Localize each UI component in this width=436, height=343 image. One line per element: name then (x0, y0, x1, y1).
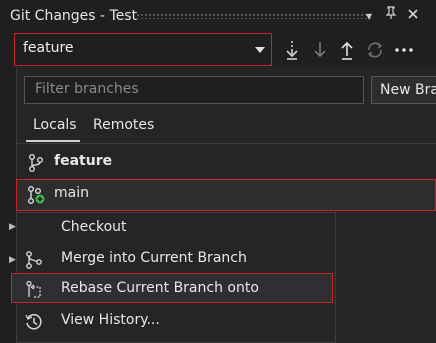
expand-arrow-icon[interactable]: ▶ (9, 222, 16, 232)
close-icon[interactable] (404, 6, 422, 26)
tool-window-titlebar: Git Changes - Test ▾ (0, 0, 436, 32)
menu-item-rebase[interactable]: Rebase Current Branch onto (11, 273, 333, 303)
history-icon (24, 312, 44, 332)
expand-arrow-icon[interactable]: ▶ (9, 255, 16, 265)
window-title: Git Changes - Test (10, 8, 138, 24)
menu-item-label: Merge into Current Branch (61, 250, 247, 266)
more-icon[interactable] (393, 38, 415, 62)
branch-name: feature (54, 153, 113, 169)
tab-remotes[interactable]: Remotes (93, 117, 154, 133)
pull-icon[interactable] (309, 38, 331, 62)
filter-placeholder: Filter branches (35, 81, 139, 97)
new-branch-button[interactable]: New Bra (371, 76, 436, 104)
menu-item-view-history[interactable]: View History... (16, 306, 336, 336)
filter-branches-input[interactable]: Filter branches (24, 76, 364, 104)
menu-item-checkout[interactable]: Checkout (16, 213, 336, 243)
menu-item-merge[interactable]: Merge into Current Branch (16, 244, 336, 274)
active-tab-indicator (26, 140, 80, 142)
branch-row-main[interactable]: main (16, 179, 436, 211)
menu-item-label: View History... (61, 312, 160, 328)
menu-item-label: Rebase Current Branch onto (61, 280, 259, 296)
branch-row-feature[interactable]: feature (16, 147, 436, 179)
merge-icon (24, 250, 44, 270)
push-icon[interactable] (336, 38, 358, 62)
current-branch-value: feature (23, 40, 74, 56)
rebase-icon (24, 280, 44, 300)
dropdown-arrow-icon[interactable]: ▾ (360, 6, 378, 26)
new-branch-label: New Bra (380, 82, 436, 98)
chevron-down-icon (255, 47, 265, 53)
branch-selector-dropdown[interactable]: feature (14, 33, 272, 66)
sync-icon[interactable] (364, 38, 386, 62)
branch-add-icon (26, 185, 46, 205)
tab-locals[interactable]: Locals (33, 117, 77, 133)
branch-name: main (54, 185, 89, 201)
titlebar-grip[interactable] (136, 13, 372, 19)
branch-icon (26, 153, 46, 173)
pin-icon[interactable] (382, 6, 400, 26)
fetch-icon[interactable] (281, 38, 303, 62)
menu-item-label: Checkout (61, 219, 127, 235)
tabs-divider (16, 143, 436, 144)
